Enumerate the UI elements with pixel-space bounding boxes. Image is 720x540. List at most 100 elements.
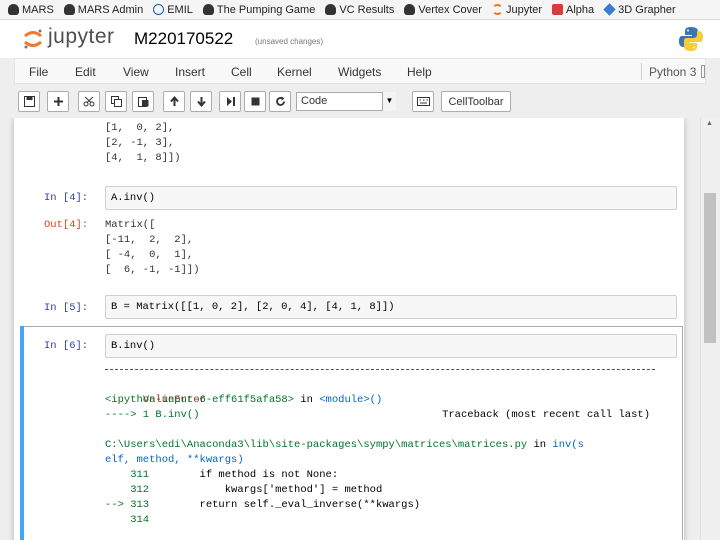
wolfram-icon bbox=[552, 4, 564, 15]
cap-icon bbox=[404, 4, 416, 15]
notebook-toolbar: Code ▼ CellToolbar bbox=[14, 88, 706, 115]
menu-widgets[interactable]: Widgets bbox=[338, 65, 381, 79]
line-number: 312 bbox=[105, 484, 150, 496]
bookmark-item[interactable]: EMIL bbox=[153, 4, 193, 16]
move-up-button[interactable] bbox=[163, 91, 185, 112]
bookmark-item[interactable]: 3D Grapher bbox=[603, 3, 676, 16]
restart-kernel-button[interactable] bbox=[269, 91, 291, 112]
cap-icon bbox=[8, 4, 19, 15]
paste-icon bbox=[137, 97, 148, 107]
line-number: 314 bbox=[105, 514, 150, 526]
save-icon bbox=[23, 96, 35, 107]
copy-button[interactable] bbox=[105, 91, 127, 112]
bookmark-label: The Pumping Game bbox=[216, 3, 316, 16]
input-ref: <ipython-input-6-eff61f5afa58> bbox=[105, 394, 295, 406]
code-cell-input[interactable]: B = Matrix([[1, 0, 2], [2, 0, 4], [4, 1,… bbox=[105, 295, 677, 319]
cap-icon bbox=[63, 4, 75, 15]
scrollbar-thumb[interactable] bbox=[704, 193, 716, 343]
selected-cell-indicator bbox=[20, 326, 24, 540]
python-logo-icon bbox=[679, 27, 703, 51]
arrow-down-icon bbox=[196, 97, 206, 107]
menu-bar: File Edit View Insert Cell Kernel Widget… bbox=[14, 58, 706, 84]
menu-kernel[interactable]: Kernel bbox=[277, 65, 312, 79]
traceback-in: in bbox=[294, 394, 320, 406]
notebook-area: [1, 0, 2], [2, -1, 3], [4, 1, 8]]) In [4… bbox=[0, 118, 700, 540]
bookmark-item[interactable]: Alpha bbox=[552, 4, 594, 16]
bookmark-label: MARS Admin bbox=[77, 3, 144, 16]
paste-button[interactable] bbox=[132, 91, 154, 112]
bookmark-item[interactable]: Jupyter bbox=[491, 3, 543, 16]
output-line: [1, 0, 2], bbox=[105, 122, 175, 134]
stop-icon bbox=[251, 97, 259, 106]
code-line: kwargs['method'] = method bbox=[149, 484, 383, 496]
plus-icon bbox=[53, 97, 63, 106]
bookmark-label: Jupyter bbox=[505, 3, 543, 16]
menu-insert[interactable]: Insert bbox=[175, 65, 205, 79]
scroll-up-icon[interactable]: ▲ bbox=[706, 120, 713, 127]
kernel-name: Python 3 bbox=[649, 65, 697, 79]
arrow-up-icon bbox=[169, 96, 179, 106]
menu-cell[interactable]: Cell bbox=[231, 65, 252, 79]
input-prompt: In [5]: bbox=[44, 302, 89, 314]
cut-button[interactable] bbox=[78, 91, 100, 112]
step-forward-icon bbox=[226, 97, 235, 106]
traceback-code-line: 312 kwargs['method'] = method bbox=[105, 483, 382, 498]
bookmark-item[interactable]: Vertex Cover bbox=[404, 4, 482, 16]
traceback-title: Traceback (most recent call last) bbox=[442, 409, 650, 421]
menu-view[interactable]: View bbox=[123, 65, 149, 79]
bookmark-item[interactable]: The Pumping Game bbox=[202, 3, 316, 16]
bookmark-label: Vertex Cover bbox=[418, 3, 482, 16]
run-cell-button[interactable] bbox=[219, 91, 241, 112]
copy-icon bbox=[110, 96, 122, 107]
jupyter-logo-icon[interactable] bbox=[22, 28, 44, 50]
code-line: return self._eval_inverse(**kwargs) bbox=[149, 499, 421, 511]
insert-cell-button[interactable] bbox=[47, 91, 69, 112]
chevron-down-icon[interactable]: ▼ bbox=[382, 92, 396, 111]
command-palette-button[interactable] bbox=[412, 91, 434, 112]
code-cell-input[interactable]: B.inv() bbox=[105, 334, 677, 358]
traceback-rule bbox=[105, 369, 655, 370]
save-status: (unsaved changes) bbox=[255, 37, 324, 46]
traceback-header: ValueError Traceback (most recent call l… bbox=[105, 378, 650, 421]
bookmark-item[interactable]: MARS Admin bbox=[63, 3, 144, 16]
code-cell-input[interactable]: A.inv() bbox=[105, 186, 677, 210]
cell-toolbar-button[interactable]: CellToolbar bbox=[441, 91, 511, 112]
cell-type-value: Code bbox=[301, 95, 328, 107]
bookmark-label: VC Results bbox=[339, 3, 395, 16]
traceback-file-line: C:\Users\edi\Anaconda3\lib\site-packages… bbox=[105, 438, 584, 453]
interrupt-kernel-button[interactable] bbox=[244, 91, 266, 112]
notebook-title[interactable]: M220170522 bbox=[134, 29, 233, 49]
traceback-file-cont: elf, method, **kwargs) bbox=[105, 454, 244, 466]
keyboard-icon bbox=[416, 97, 430, 106]
cap-icon bbox=[202, 4, 214, 15]
jupyter-logo-text[interactable]: jupyter bbox=[48, 25, 115, 49]
module-ref: <module>() bbox=[319, 394, 383, 406]
file-path: C:\Users\edi\Anaconda3\lib\site-packages… bbox=[105, 439, 528, 451]
input-prompt: In [4]: bbox=[44, 192, 89, 204]
bookmark-item[interactable]: MARS bbox=[8, 4, 54, 16]
scissors-icon bbox=[83, 96, 95, 107]
save-button[interactable] bbox=[18, 91, 40, 112]
page-scrollbar[interactable]: ▲ bbox=[700, 118, 720, 540]
bookmark-label: 3D Grapher bbox=[618, 3, 676, 16]
output-line: [ 6, -1, -1]]) bbox=[105, 264, 200, 276]
menu-edit[interactable]: Edit bbox=[75, 65, 96, 79]
output-line: [ -4, 0, 1], bbox=[105, 249, 194, 261]
bookmark-item[interactable]: VC Results bbox=[325, 4, 394, 16]
output-line: Matrix([ bbox=[105, 219, 156, 231]
traceback-code-line: 311 if method is not None: bbox=[105, 468, 338, 483]
code-text: A.inv() bbox=[111, 192, 156, 204]
output-line: [2, -1, 3], bbox=[105, 137, 175, 149]
code-text: B.inv() bbox=[111, 340, 156, 352]
globe-icon bbox=[153, 4, 165, 15]
cell-type-select[interactable]: Code bbox=[296, 92, 396, 111]
line-number: --> 313 bbox=[105, 499, 150, 511]
menu-file[interactable]: File bbox=[29, 65, 48, 79]
notebook-page: [1, 0, 2], [2, -1, 3], [4, 1, 8]]) In [4… bbox=[14, 118, 684, 540]
code-line: if method is not None: bbox=[149, 469, 339, 481]
bookmark-label: EMIL bbox=[167, 3, 193, 16]
function-ref: inv(s bbox=[552, 439, 584, 451]
output-line: [4, 1, 8]]) bbox=[105, 152, 181, 164]
move-down-button[interactable] bbox=[190, 91, 212, 112]
menu-help[interactable]: Help bbox=[407, 65, 432, 79]
